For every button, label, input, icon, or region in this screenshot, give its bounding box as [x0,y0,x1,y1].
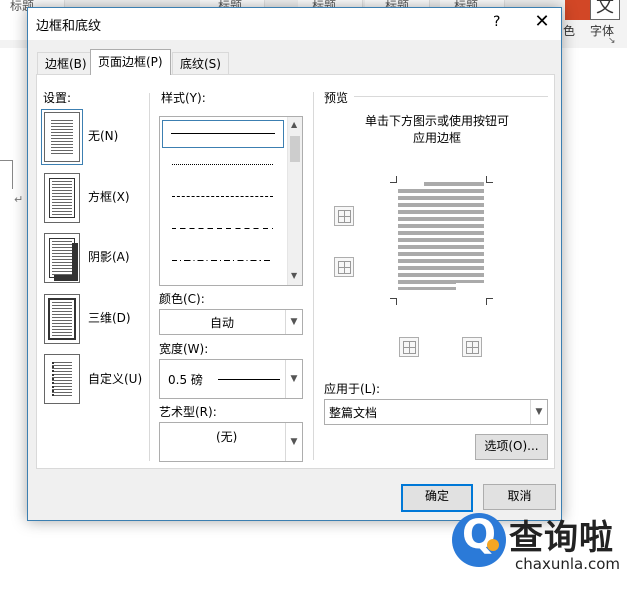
preview-hint: 单击下方图示或使用按钮可 应用边框 [324,113,550,147]
help-button[interactable]: ? [493,14,500,30]
page-shadow-icon [49,238,75,278]
font-icon[interactable]: 文 [590,0,620,20]
line-style-dotted[interactable] [164,152,281,178]
preview-corner [486,176,493,183]
line-style-scrollbar[interactable]: ▲ ▼ [287,117,302,285]
options-button[interactable]: 选项(O)... [475,434,548,460]
cancel-button[interactable]: 取消 [483,484,556,510]
chevron-down-icon[interactable]: ▼ [285,360,302,398]
border-right-icon [466,341,479,354]
chevron-down-icon[interactable]: ▼ [285,423,302,461]
border-top-icon [338,210,351,223]
preview-corner [390,298,397,305]
paragraph-mark-icon: ↵ [14,193,24,206]
line-style-dash-dot[interactable] [164,248,281,274]
watermark-logo-dot [487,539,499,551]
color-label: 颜色(C): [159,292,205,306]
border-left-icon [403,341,416,354]
art-select-value: (无) [216,430,238,444]
chevron-down-icon[interactable]: ▼ [530,400,547,424]
left-border-toggle[interactable] [399,337,419,357]
scroll-thumb[interactable] [290,136,300,162]
art-select[interactable]: (无) ▼ [159,422,303,462]
line-style-small-dash[interactable] [164,184,281,210]
separator [313,92,314,460]
page-lines-icon [51,120,73,154]
preview-corner [486,298,493,305]
color-select-value: 自动 [210,316,235,330]
top-border-toggle[interactable] [334,206,354,226]
setting-shadow-label[interactable]: 阴影(A) [88,248,130,265]
width-select[interactable]: 0.5 磅 ▼ [159,359,303,399]
right-border-toggle[interactable] [462,337,482,357]
setting-custom-label[interactable]: 自定义(U) [88,370,142,387]
style-label: 样式(Y): [161,91,206,105]
scroll-down-icon[interactable]: ▼ [291,271,297,280]
settings-label: 设置: [43,91,72,105]
apply-to-value: 整篇文档 [329,406,378,420]
apply-to-select[interactable]: 整篇文档 ▼ [324,399,548,425]
tab-page-border[interactable]: 页面边框(P) [90,49,171,75]
dialog-titlebar: 边框和底纹 ? ✕ [28,8,561,40]
separator [149,93,150,461]
preview-divider [354,96,548,97]
line-style-listbox[interactable]: ▲ ▼ [159,116,303,286]
page-box-icon [49,178,75,218]
watermark-name: 查询啦 [509,518,614,558]
setting-box-label[interactable]: 方框(X) [88,188,130,205]
setting-box-thumb[interactable] [44,173,80,223]
preview-hint-line1: 单击下方图示或使用按钮可 [364,114,509,128]
art-label: 艺术型(R): [159,405,217,419]
dialog-title: 边框和底纹 [36,19,102,34]
width-line-sample [218,379,280,380]
line-style-dash[interactable] [164,216,281,242]
setting-3d-label[interactable]: 三维(D) [88,309,131,326]
page-3d-icon [48,298,76,340]
apply-to-label: 应用于(L): [324,382,381,396]
tab-shading[interactable]: 底纹(S) [172,52,229,75]
preview-page[interactable] [398,182,484,290]
width-select-value: 0.5 磅 [168,373,203,387]
dialog-launcher-icon[interactable]: ↘ [608,36,616,46]
setting-none-label[interactable]: 无(N) [88,127,118,144]
margin-corner-mark [0,160,13,189]
color-group-label: 色 [563,24,576,38]
setting-shadow-thumb[interactable] [44,233,80,283]
close-button[interactable]: ✕ [531,11,553,32]
scroll-up-icon[interactable]: ▲ [291,120,297,129]
borders-and-shading-dialog: 边框和底纹 ? ✕ 边框(B) 页面边框(P) 底纹(S) 设置: 无(N) 方… [27,7,562,521]
preview-hint-line2: 应用边框 [412,131,461,145]
bottom-border-toggle[interactable] [334,257,354,277]
preview-label: 预览 [324,91,349,105]
setting-none-thumb[interactable] [41,109,83,165]
line-style-solid[interactable] [162,120,284,148]
page-custom-icon [52,362,72,396]
border-bottom-icon [338,261,351,274]
color-select[interactable]: 自动 ▼ [159,309,303,335]
setting-3d-thumb[interactable] [44,294,80,344]
width-label: 宽度(W): [159,342,209,356]
chevron-down-icon[interactable]: ▼ [285,310,302,334]
watermark-domain: chaxunla.com [515,555,620,573]
preview-corner [390,176,397,183]
tab-borders[interactable]: 边框(B) [37,52,95,75]
color-swatch[interactable] [565,0,591,20]
setting-custom-thumb[interactable] [44,354,80,404]
